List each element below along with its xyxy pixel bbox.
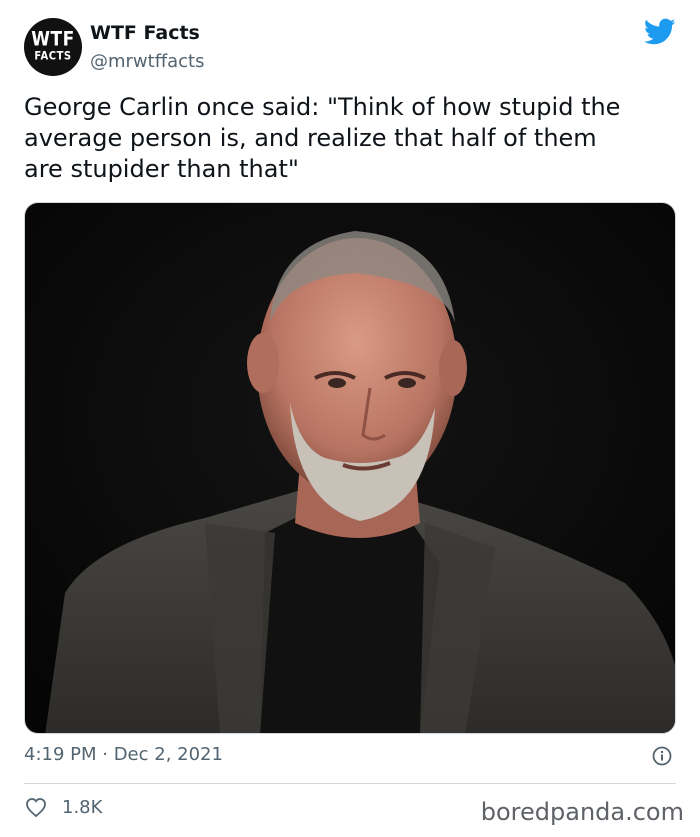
avatar-text-bottom: FACTS <box>34 50 72 63</box>
divider <box>24 783 676 784</box>
twitter-bird-icon[interactable] <box>644 18 676 46</box>
like-count: 1.8K <box>62 796 103 818</box>
timestamp[interactable]: 4:19 PM · Dec 2, 2021 <box>24 744 223 765</box>
heart-icon[interactable] <box>24 795 48 819</box>
author-handle[interactable]: @mrwtffacts <box>90 51 204 72</box>
avatar-text-top: WTF <box>31 28 75 52</box>
info-icon[interactable] <box>652 746 672 766</box>
tweet-text: George Carlin once said: "Think of how s… <box>24 93 621 183</box>
watermark: boredpanda.com <box>480 798 684 826</box>
avatar[interactable]: WTF FACTS <box>24 18 82 76</box>
portrait-image <box>25 203 675 733</box>
tweet-photo[interactable] <box>24 202 676 734</box>
like-action[interactable]: 1.8K <box>24 794 102 820</box>
author-name[interactable]: WTF Facts <box>90 22 200 44</box>
tweet-header: WTF FACTS WTF Facts @mrwtffacts <box>24 16 676 80</box>
